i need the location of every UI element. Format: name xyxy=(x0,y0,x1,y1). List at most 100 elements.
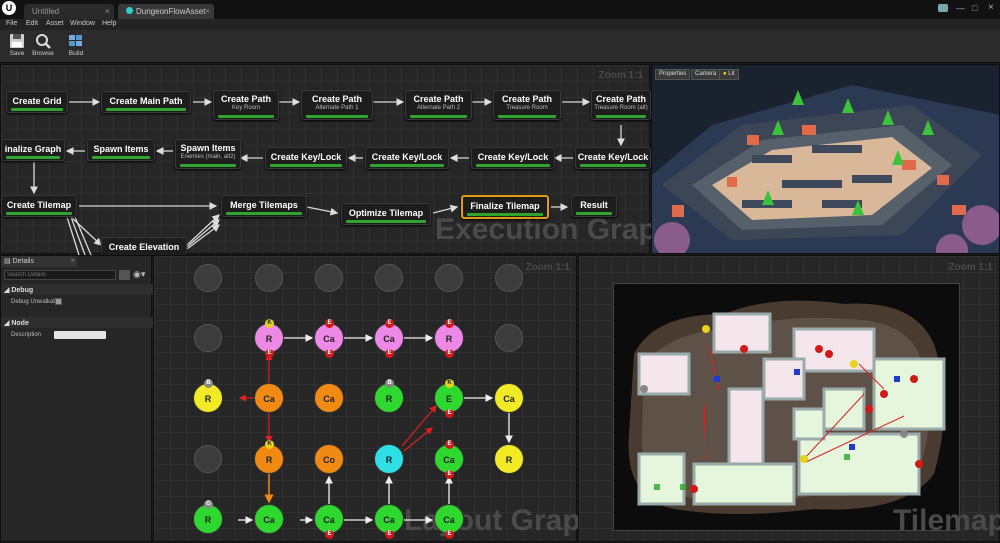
debug-section-label: Debug xyxy=(11,287,34,294)
tab-untitled[interactable]: Untitled × xyxy=(24,4,114,19)
browse-icon xyxy=(36,34,51,49)
description-field[interactable] xyxy=(54,331,106,339)
layout-room-node[interactable]: RB xyxy=(193,379,223,413)
close-window-icon[interactable]: × xyxy=(988,2,994,13)
node-section-label: Node xyxy=(11,320,29,327)
room-marker-badge: E xyxy=(445,319,454,328)
layout-room-node[interactable]: Ca E E xyxy=(374,319,404,358)
source-control-icon[interactable] xyxy=(938,4,948,12)
viewport-properties-button[interactable]: Properties xyxy=(655,69,691,80)
layout-room-node[interactable]: Ca E xyxy=(374,504,404,539)
tilemap-watermark: Tilemap xyxy=(893,504,1000,537)
node-create-path-key-room[interactable]: Create Path Key Room xyxy=(213,90,279,120)
room-marker-badge: E xyxy=(325,319,334,328)
layout-graph-panel[interactable]: Zoom 1:1 Layout Graph R K E Ca E E Ca E … xyxy=(153,255,599,542)
node-result[interactable]: Result xyxy=(571,195,617,217)
engine-logo-icon: U xyxy=(2,1,16,15)
close-icon[interactable]: × xyxy=(105,6,110,16)
menu-file[interactable]: File xyxy=(6,20,17,27)
node-create-elevation[interactable]: Create Elevation xyxy=(101,237,187,255)
node-create-path-alt2[interactable]: Create Path Alternate Path 2 xyxy=(405,90,472,120)
minimize-icon[interactable]: — xyxy=(956,3,965,13)
room-marker-badge: E xyxy=(445,409,454,418)
layout-room-node[interactable]: R xyxy=(494,444,524,474)
browse-button[interactable]: Browse xyxy=(28,32,58,62)
node-exec-bar xyxy=(226,212,302,215)
layout-room-node[interactable]: Ca xyxy=(494,383,524,413)
node-create-key-lock-4[interactable]: Create Key/Lock xyxy=(575,147,651,169)
node-exec-bar xyxy=(306,115,368,118)
menu-window[interactable]: Window xyxy=(70,20,95,27)
layout-room-node[interactable]: R xyxy=(374,444,404,474)
node-create-key-lock-3[interactable]: Create Key/Lock xyxy=(471,147,555,169)
node-finalize-graph[interactable]: inalize Graph xyxy=(1,139,65,161)
room-type-label: Ca xyxy=(323,394,335,404)
layout-room-node[interactable]: RE E xyxy=(434,319,464,358)
layout-room-node[interactable]: RG xyxy=(193,500,223,534)
execution-graph-panel[interactable]: Zoom 1:1 Execution Graph Create Grid Cre… xyxy=(0,64,675,256)
asset-icon xyxy=(126,7,133,14)
room-marker-badge: E xyxy=(265,349,274,358)
node-exec-bar xyxy=(92,156,150,159)
maximize-icon[interactable]: □ xyxy=(972,3,977,13)
layout-room-node[interactable]: Ca xyxy=(314,383,344,413)
node-sublabel: Treasure Room xyxy=(506,105,548,111)
node-create-grid[interactable]: Create Grid xyxy=(6,91,68,113)
menu-edit[interactable]: Edit xyxy=(26,20,38,27)
menu-asset[interactable]: Asset xyxy=(46,20,64,27)
room-type-label: Ca xyxy=(383,515,395,525)
layout-room-node[interactable]: RK xyxy=(254,440,284,474)
room-marker-badge: E xyxy=(445,440,454,449)
debug-unwalkable-checkbox[interactable] xyxy=(55,298,62,305)
node-create-tilemap[interactable]: Create Tilemap xyxy=(1,195,77,217)
node-create-key-lock-1[interactable]: Create Key/Lock xyxy=(265,147,347,169)
tilemap-panel[interactable]: Zoom 1:1 Tilemap xyxy=(578,255,1000,542)
save-button[interactable]: Save xyxy=(3,32,31,62)
room-type-label: Ca xyxy=(443,455,455,465)
layout-room-node[interactable]: Ca xyxy=(254,504,284,534)
eye-icon[interactable]: ◉▾ xyxy=(133,269,145,280)
save-label: Save xyxy=(9,50,25,57)
layout-room-node[interactable]: Ca E E xyxy=(434,440,464,479)
collapse-arrow-icon: ◢ xyxy=(4,287,10,294)
layout-room-node[interactable]: EKE xyxy=(434,379,464,418)
layout-room-node[interactable]: RB xyxy=(374,379,404,413)
layout-room-node[interactable]: Ca E xyxy=(314,504,344,539)
tilemap-canvas[interactable] xyxy=(613,283,960,531)
viewport-3d[interactable]: Properties Camera ● Lit xyxy=(651,64,1000,254)
node-create-main-path[interactable]: Create Main Path xyxy=(101,91,191,113)
menu-help[interactable]: Help xyxy=(102,20,116,27)
layout-room-node[interactable]: Ca E E xyxy=(314,319,344,358)
tab-dungeon-flow-asset[interactable]: DungeonFlowAsset × xyxy=(118,4,214,19)
node-create-path-treasure[interactable]: Create Path Treasure Room xyxy=(493,90,561,120)
grid-view-icon[interactable] xyxy=(119,270,130,280)
node-label: Create Key/Lock xyxy=(270,152,342,162)
viewport-lit-button[interactable]: ● Lit xyxy=(719,69,739,80)
close-icon[interactable]: × xyxy=(205,6,210,16)
node-optimize-tilemap[interactable]: Optimize Tilemap xyxy=(341,203,431,225)
room-type-label: R xyxy=(445,334,453,344)
details-tab[interactable]: ▤ Details × xyxy=(1,256,77,267)
node-exec-bar xyxy=(576,212,612,215)
viewport-camera-button[interactable]: Camera xyxy=(691,69,721,80)
node-merge-tilemaps[interactable]: Merge Tilemaps xyxy=(221,195,307,217)
node-spawn-enemies[interactable]: Spawn Items Enemies (main, alt2) xyxy=(175,139,241,169)
room-type-label: R xyxy=(204,515,212,525)
debug-section-header[interactable]: ◢ Debug xyxy=(1,284,153,295)
node-spawn-items[interactable]: Spawn Items xyxy=(87,139,155,161)
node-create-key-lock-2[interactable]: Create Key/Lock xyxy=(365,147,449,169)
layout-room-node[interactable]: RK E xyxy=(254,319,284,358)
layout-room-node[interactable]: Ca xyxy=(254,383,284,413)
node-create-path-treasure-alt[interactable]: Create Path Treasure Room (alt) xyxy=(591,90,651,120)
close-icon[interactable]: × xyxy=(70,256,75,265)
node-section-header[interactable]: ◢ Node xyxy=(1,317,153,328)
collapse-arrow-icon: ◢ xyxy=(4,320,10,327)
details-search-input[interactable] xyxy=(4,270,116,280)
layout-room-node[interactable]: Ca E xyxy=(434,504,464,539)
room-marker-badge: E xyxy=(325,530,334,539)
layout-room-node[interactable]: Co xyxy=(314,444,344,474)
node-exec-bar xyxy=(270,164,342,167)
build-button[interactable]: Build xyxy=(62,32,90,62)
node-create-path-alt1[interactable]: Create Path Alternate Path 1 xyxy=(301,90,373,120)
node-finalize-tilemap[interactable]: Finalize Tilemap xyxy=(461,195,549,219)
